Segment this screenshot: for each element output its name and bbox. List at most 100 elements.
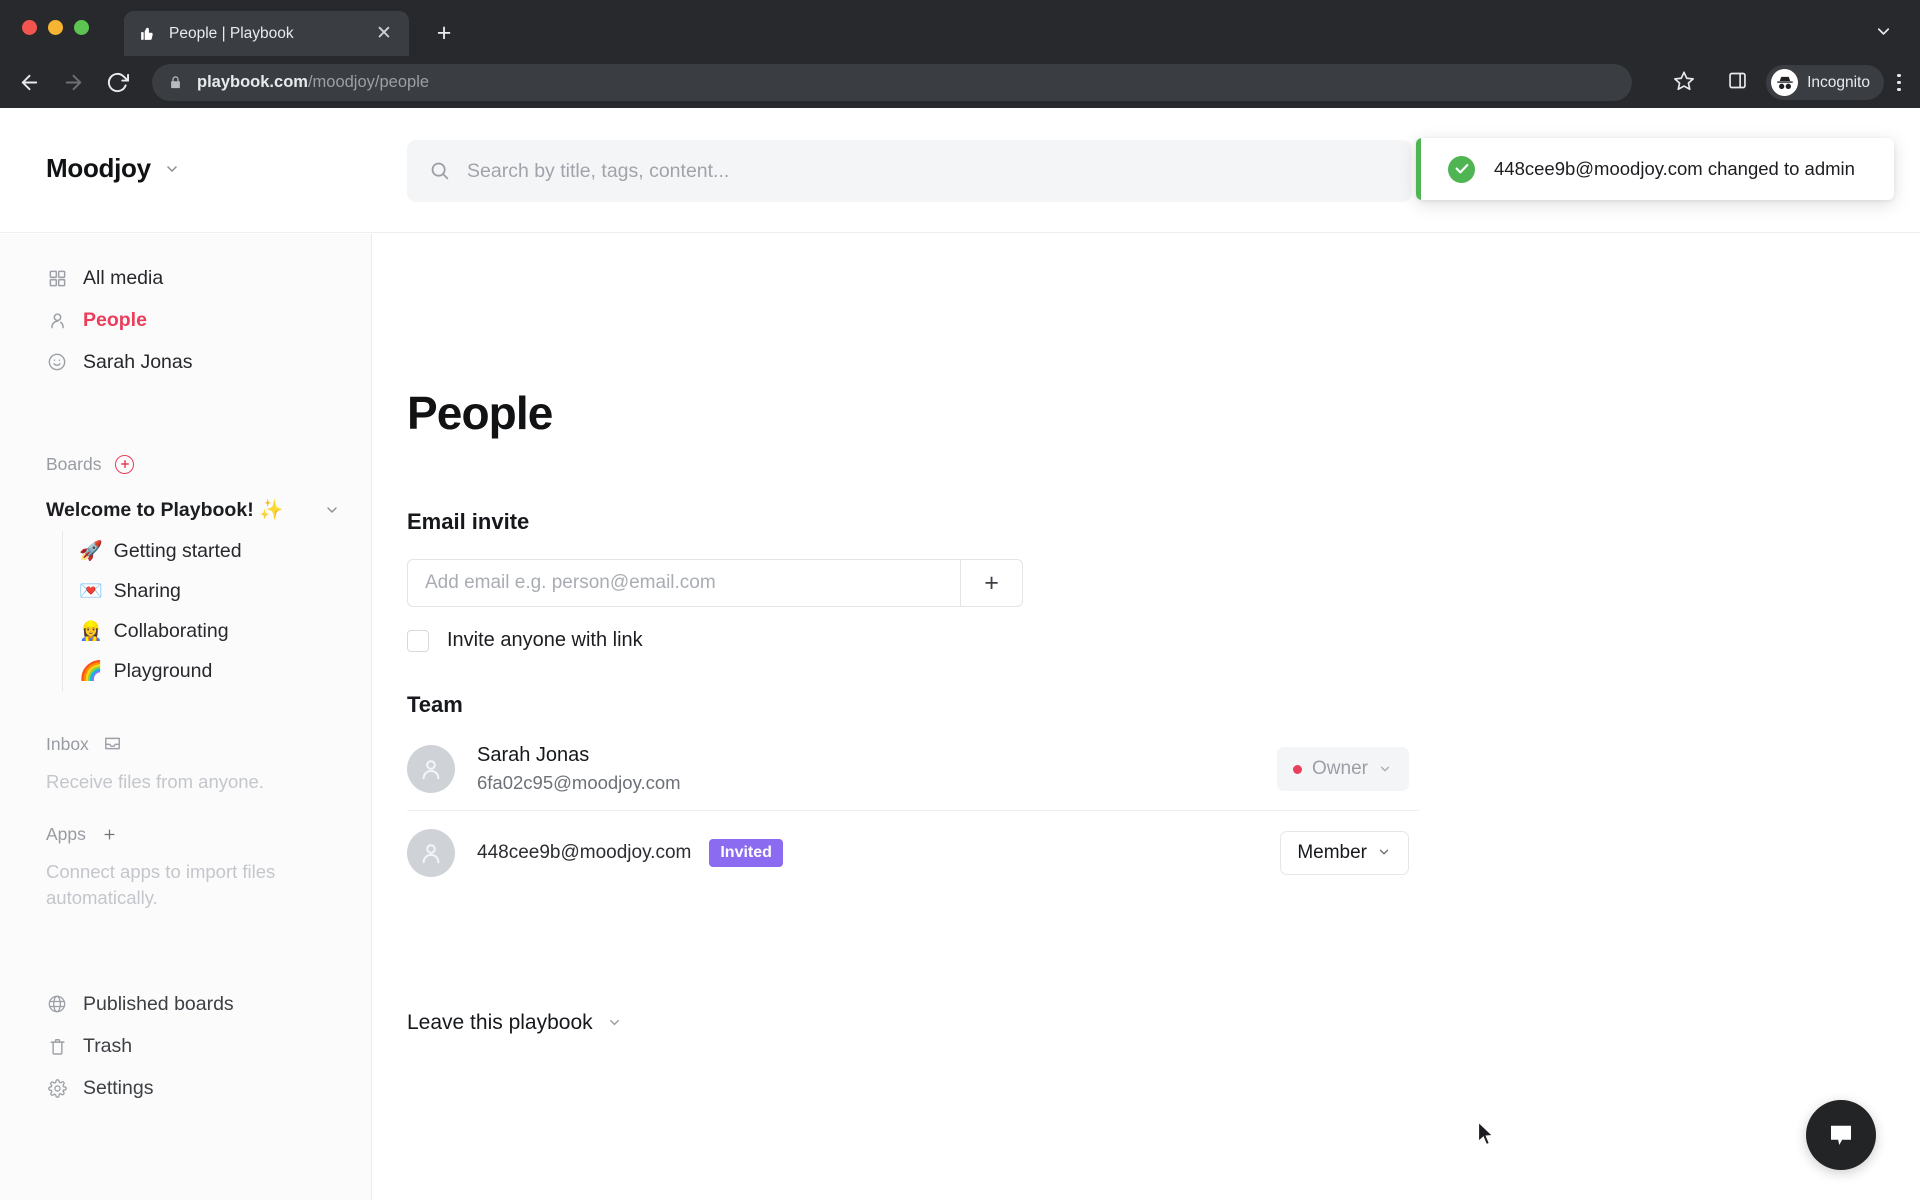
member-name: Sarah Jonas	[477, 744, 590, 766]
maximize-window-button[interactable]	[74, 20, 89, 35]
chevron-down-icon	[1377, 845, 1392, 860]
person-icon	[46, 309, 68, 331]
board-group-welcome-to-playbook[interactable]: Welcome to Playbook! ✨	[0, 489, 371, 531]
chat-bubble-icon	[1831, 1125, 1851, 1145]
main-content: People Email invite + Invite anyone with…	[372, 234, 1920, 1200]
leave-playbook-button[interactable]: Leave this playbook	[407, 1011, 623, 1035]
inbox-label: Inbox	[46, 733, 89, 754]
window-traffic-lights	[22, 20, 89, 35]
close-window-button[interactable]	[22, 20, 37, 35]
sidebar-item-trash[interactable]: Trash	[0, 1026, 371, 1066]
back-arrow-icon[interactable]	[14, 67, 44, 97]
profile-label: Incognito	[1807, 73, 1870, 91]
url-domain: playbook.com	[197, 73, 308, 91]
sidebar-item-all-media[interactable]: All media	[0, 258, 371, 298]
minimize-window-button[interactable]	[48, 20, 63, 35]
forward-arrow-icon	[58, 67, 88, 97]
chat-bubble-button[interactable]	[1806, 1100, 1876, 1170]
reload-icon[interactable]	[102, 67, 132, 97]
table-row: Sarah Jonas 6fa02c95@moodjoy.com Owner	[407, 728, 1419, 811]
browser-chrome: People | Playbook ✕ + playbook.com/moodj…	[0, 0, 1920, 108]
sidebar: All media People Sarah Jonas Boards Welc…	[0, 234, 372, 1200]
gear-icon	[46, 1077, 68, 1099]
sidebar-item-published-boards[interactable]: Published boards	[0, 984, 371, 1024]
member-text: Sarah Jonas 6fa02c95@moodjoy.com	[477, 744, 681, 794]
role-label: Member	[1297, 841, 1367, 863]
add-email-button[interactable]: +	[960, 559, 1023, 607]
workspace-name: Moodjoy	[46, 153, 151, 183]
close-tab-button[interactable]: ✕	[373, 23, 395, 45]
workspace-switcher[interactable]: Moodjoy	[46, 153, 180, 184]
board-item-label: Getting started	[113, 539, 242, 562]
browser-tab[interactable]: People | Playbook ✕	[124, 11, 409, 56]
browser-toolbar: playbook.com/moodjoy/people Incognito	[0, 56, 1920, 108]
member-email: 448cee9b@moodjoy.com	[477, 841, 692, 863]
smiley-icon	[46, 351, 68, 373]
board-item-sharing[interactable]: 💌 Sharing	[63, 571, 371, 611]
inbox-header[interactable]: Inbox	[0, 729, 371, 759]
apps-description: Connect apps to import files automatical…	[46, 861, 276, 908]
grid-icon	[46, 267, 68, 289]
role-dropdown-owner[interactable]: Owner	[1277, 747, 1409, 791]
invite-link-row[interactable]: Invite anyone with link	[407, 629, 643, 652]
profile-chip[interactable]: Incognito	[1766, 65, 1884, 100]
table-row: 448cee9b@moodjoy.com Invited Member	[407, 811, 1419, 894]
toast-message: 448cee9b@moodjoy.com changed to admin	[1494, 158, 1855, 179]
love-letter-icon: 💌	[79, 581, 103, 602]
sidebar-item-label: Published boards	[83, 992, 234, 1015]
mouse-cursor	[1477, 1120, 1497, 1148]
sidebar-item-people[interactable]: People	[0, 300, 371, 340]
role-label: Owner	[1312, 758, 1368, 779]
chevron-down-icon	[164, 161, 180, 177]
board-group-title: Welcome to Playbook! ✨	[46, 499, 284, 521]
bookmark-star-icon[interactable]	[1673, 70, 1698, 95]
inbox-tray-icon[interactable]	[103, 734, 123, 754]
chevron-down-icon[interactable]	[324, 502, 341, 519]
avatar	[407, 745, 455, 793]
search-input[interactable]: Search by title, tags, content...	[407, 140, 1412, 202]
email-invite-row: +	[407, 559, 1023, 607]
board-item-label: Collaborating	[113, 619, 229, 642]
trash-icon	[46, 1035, 68, 1057]
search-icon	[429, 160, 451, 182]
plus-icon[interactable]	[100, 825, 119, 844]
address-bar[interactable]: playbook.com/moodjoy/people	[152, 64, 1632, 101]
sidebar-item-sarah-jonas[interactable]: Sarah Jonas	[0, 342, 371, 382]
member-email: 6fa02c95@moodjoy.com	[477, 772, 681, 793]
chevron-down-icon	[607, 1015, 623, 1031]
board-item-collaborating[interactable]: 👷‍♀️ Collaborating	[63, 611, 371, 651]
sidebar-item-label: Settings	[83, 1076, 154, 1099]
sidebar-item-settings[interactable]: Settings	[0, 1068, 371, 1108]
boards-section-label: Boards	[46, 453, 102, 474]
tab-strip: People | Playbook ✕ +	[0, 0, 1920, 56]
address-bar-url: playbook.com/moodjoy/people	[197, 73, 429, 92]
sidebar-bottom-nav: Published boards Trash Settings	[0, 984, 371, 1110]
chevron-down-icon[interactable]	[1868, 16, 1898, 46]
leave-playbook-label: Leave this playbook	[407, 1011, 593, 1034]
toast-notification[interactable]: 448cee9b@moodjoy.com changed to admin	[1416, 138, 1894, 200]
email-invite-heading: Email invite	[407, 509, 530, 534]
apps-header[interactable]: Apps	[0, 819, 371, 849]
invite-anyone-with-link-checkbox[interactable]	[407, 629, 429, 652]
sidebar-apps-section: Apps Connect apps to import files automa…	[0, 819, 371, 910]
construction-worker-icon: 👷‍♀️	[79, 621, 103, 642]
board-item-label: Sharing	[113, 579, 181, 602]
new-tab-button[interactable]: +	[430, 19, 458, 47]
lock-icon	[168, 75, 184, 91]
board-item-playground[interactable]: 🌈 Playground	[63, 651, 371, 691]
apps-label: Apps	[46, 823, 86, 844]
globe-icon	[46, 993, 68, 1015]
url-path: /moodjoy/people	[307, 73, 430, 91]
team-member-list: Sarah Jonas 6fa02c95@moodjoy.com Owner 4…	[407, 728, 1419, 894]
sidebar-item-label: People	[83, 308, 147, 331]
avatar	[407, 828, 455, 877]
plus-circle-icon[interactable]	[115, 454, 135, 474]
side-panel-icon[interactable]	[1727, 70, 1752, 95]
email-invite-input[interactable]	[407, 559, 960, 607]
owner-status-dot	[1293, 764, 1303, 774]
role-dropdown-member[interactable]: Member	[1280, 830, 1409, 875]
board-item-getting-started[interactable]: 🚀 Getting started	[63, 531, 371, 571]
member-info: Sarah Jonas 6fa02c95@moodjoy.com	[477, 744, 1277, 794]
kebab-menu-icon[interactable]	[1888, 70, 1910, 95]
sidebar-primary-nav: All media People Sarah Jonas	[0, 258, 371, 384]
